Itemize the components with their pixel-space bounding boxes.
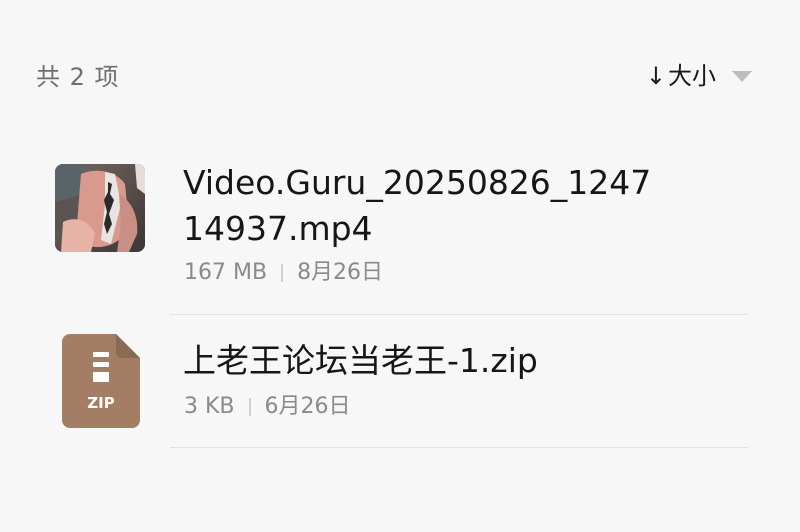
video-thumbnail bbox=[55, 164, 145, 252]
file-size: 3 KB bbox=[184, 394, 235, 419]
item-count: 共 2 项 bbox=[36, 63, 120, 91]
caret-down-icon bbox=[732, 70, 752, 82]
meta-separator bbox=[248, 398, 251, 416]
list-header: 共 2 项 ↓ 大小 bbox=[0, 0, 800, 120]
file-item[interactable]: ZIP 上老王论坛当老王-1.zip 3 KB 6月26日 bbox=[0, 316, 800, 448]
file-date: 6月26日 bbox=[264, 394, 351, 419]
sort-direction-icon: ↓ bbox=[645, 62, 666, 90]
meta-separator bbox=[281, 264, 284, 282]
zip-icon-label: ZIP bbox=[87, 394, 114, 412]
file-name: Video.Guru_20250826_124714937.mp4 bbox=[183, 163, 652, 248]
sort-button[interactable]: ↓ 大小 bbox=[646, 58, 752, 94]
divider bbox=[170, 447, 748, 448]
file-size: 167 MB bbox=[184, 260, 268, 285]
file-date: 8月26日 bbox=[297, 260, 384, 285]
file-meta: 3 KB 6月26日 bbox=[184, 392, 351, 422]
file-meta: 167 MB 8月26日 bbox=[184, 258, 383, 288]
file-name: 上老王论坛当老王-1.zip bbox=[183, 341, 538, 380]
sort-label: 大小 bbox=[668, 62, 716, 90]
divider bbox=[170, 314, 748, 315]
file-item[interactable]: Video.Guru_20250826_124714937.mp4 167 MB… bbox=[0, 148, 800, 314]
zip-file-icon: ZIP bbox=[62, 334, 140, 428]
